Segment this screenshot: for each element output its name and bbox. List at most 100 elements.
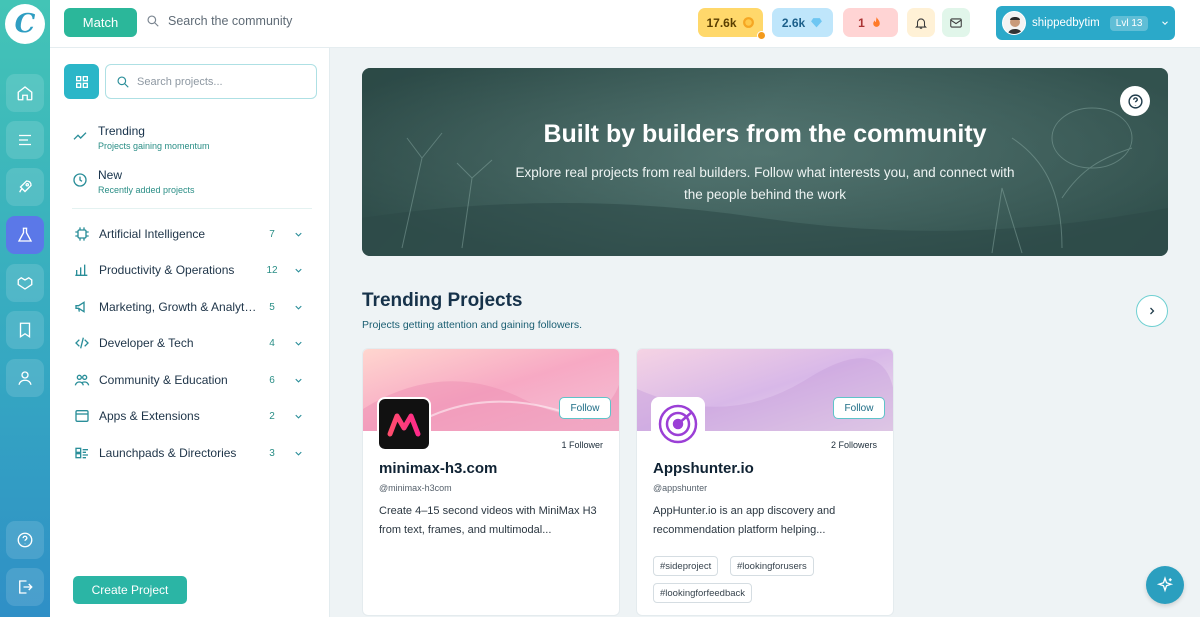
home-icon[interactable] [6,74,44,112]
quick-filter-new[interactable]: New Recently added projects [72,168,195,195]
handshake-icon[interactable] [6,264,44,302]
category-label: Apps & Extensions [99,409,200,423]
category-launchpads-directories[interactable]: Launchpads & Directories 3 [74,442,310,464]
tag[interactable]: #sideproject [653,556,719,576]
gems-count: 2.6k [781,15,806,30]
notifications-button[interactable] [907,8,935,37]
chevron-down-icon[interactable] [293,448,304,459]
chevron-down-icon[interactable] [293,265,304,276]
project-description: AppHunter.io is an app discovery and rec… [653,505,836,536]
top-bar: Match Search the community 17.6k 2.6k 1 … [50,0,1200,48]
follow-button[interactable]: Follow [833,397,885,419]
chevron-down-icon[interactable] [293,302,304,313]
chip-icon [75,227,89,241]
gems-badge[interactable]: 2.6k [772,8,833,37]
category-count: 12 [266,264,278,276]
hero-banner: Built by builders from the community Exp… [362,68,1168,256]
section-title: Trending Projects [362,290,523,311]
mail-icon [950,17,962,28]
match-button[interactable]: Match [64,8,137,37]
logout-icon[interactable] [6,568,44,606]
category-label: Launchpads & Directories [99,446,237,460]
hero-title: Built by builders from the community [543,120,987,148]
user-icon[interactable] [6,359,44,397]
ai-assistant-button[interactable] [1146,566,1184,604]
flask-icon[interactable] [6,216,44,254]
question-icon [1127,93,1143,109]
trending-icon [73,132,87,140]
streak-badge[interactable]: 1 [843,8,898,37]
divider [72,208,312,209]
quick-filter-trending[interactable]: Trending Projects gaining momentum [72,124,210,151]
community-search[interactable]: Search the community [146,14,292,28]
project-search-placeholder: Search projects... [137,75,223,88]
category-artificial-intelligence[interactable]: Artificial Intelligence 7 [74,223,310,245]
category-label: Marketing, Growth & Analytics [99,300,257,314]
project-name[interactable]: minimax-h3.com [379,460,497,477]
projects-sidebar: Search projects... Trending Projects gai… [50,48,330,617]
follower-count: 2 Followers [830,440,877,450]
chevron-down-icon [1162,21,1169,25]
project-card[interactable]: Follow 1 Follower minimax-h3.com @minima… [362,348,620,616]
clock-icon [73,173,87,187]
chevron-down-icon[interactable] [293,375,304,386]
messages-button[interactable] [942,8,970,37]
help-icon[interactable] [6,521,44,559]
tag[interactable]: #lookingforfeedback [653,583,753,603]
megaphone-icon [75,301,85,313]
bookmark-icon[interactable] [6,311,44,349]
avatar [1002,11,1026,35]
chevron-down-icon[interactable] [293,411,304,422]
coin-icon [742,17,754,28]
category-count: 2 [269,410,275,422]
project-name[interactable]: Appshunter.io [653,460,754,477]
carousel-next-button[interactable] [1136,295,1168,327]
category-label: Artificial Intelligence [99,227,206,241]
project-logo [377,397,431,451]
code-icon [75,337,89,349]
category-count: 5 [269,301,275,313]
window-icon [75,410,89,422]
follower-count: 1 Follower [561,440,603,450]
directory-icon [75,447,88,459]
bar-chart-icon [75,264,88,276]
category-developer-tech[interactable]: Developer & Tech 4 [74,332,310,354]
category-count: 7 [269,228,275,240]
feed-icon[interactable] [6,121,44,159]
level-badge: Lvl 13 [1109,15,1149,31]
chevron-down-icon[interactable] [293,338,304,349]
category-label: Productivity & Operations [99,263,235,277]
streak-count: 1 [858,15,865,30]
chevron-right-icon [1150,307,1155,315]
grid-view-button[interactable] [64,64,99,99]
category-productivity-operations[interactable]: Productivity & Operations 12 [74,259,310,281]
user-menu[interactable]: shippedbytim Lvl 13 [996,6,1175,40]
category-marketing-growth-analytics[interactable]: Marketing, Growth & Analytics 5 [74,296,310,318]
follow-button[interactable]: Follow [559,397,611,419]
category-apps-extensions[interactable]: Apps & Extensions 2 [74,405,310,427]
people-icon [74,374,90,386]
community-search-placeholder: Search the community [168,14,293,28]
rocket-icon[interactable] [6,168,44,206]
left-rail: C [0,0,50,617]
bell-icon [915,17,927,29]
project-handle: @appshunter [653,483,708,493]
search-icon [117,75,129,88]
app-logo[interactable]: C [5,4,45,44]
help-button[interactable] [1120,86,1150,116]
project-card[interactable]: Follow 2 Followers Appshunter.io @appshu… [636,348,894,616]
category-community-education[interactable]: Community & Education 6 [74,369,310,391]
username: shippedbytim [1032,17,1100,29]
diamond-icon [811,18,823,28]
category-label: Developer & Tech [99,336,194,350]
chevron-down-icon[interactable] [293,229,304,240]
hero-subtitle: Explore real projects from real builders… [515,165,1015,202]
create-project-button[interactable]: Create Project [73,576,187,604]
project-logo [651,397,705,451]
category-count: 3 [269,447,275,459]
tag[interactable]: #lookingforusers [730,556,814,576]
coins-badge[interactable]: 17.6k [698,8,766,40]
category-count: 6 [269,374,275,386]
project-handle: @minimax-h3com [379,483,452,493]
project-search-input[interactable]: Search projects... [105,64,317,99]
